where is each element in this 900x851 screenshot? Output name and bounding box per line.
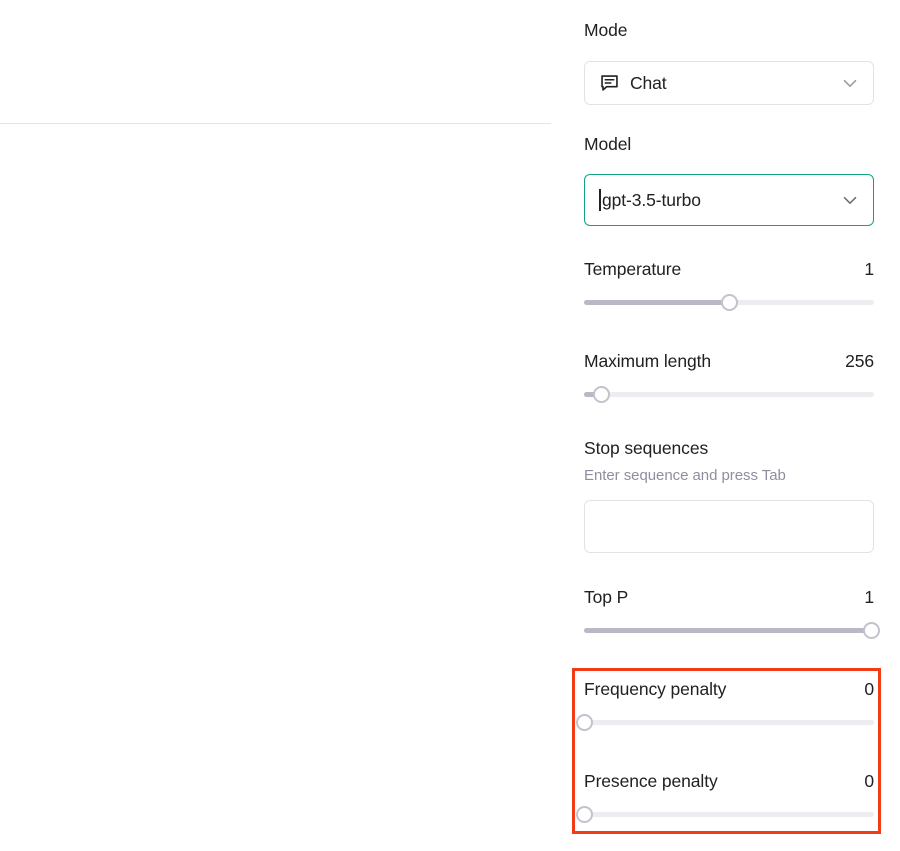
slider-thumb[interactable]: [592, 386, 610, 403]
mode-value: Chat: [630, 72, 667, 93]
slider-fill: [584, 300, 729, 305]
presence-penalty-slider[interactable]: [575, 804, 874, 824]
top-p-field: Top P 1: [584, 587, 880, 640]
slider-track: [584, 720, 874, 725]
presence-penalty-value: 0: [864, 771, 874, 791]
maximum-length-slider[interactable]: [584, 384, 874, 404]
temperature-slider[interactable]: [584, 292, 874, 312]
stop-sequences-label: Stop sequences: [584, 438, 709, 458]
playground-left-pane[interactable]: [0, 0, 570, 851]
slider-thumb[interactable]: [575, 806, 593, 823]
frequency-penalty-label: Frequency penalty: [584, 679, 727, 699]
settings-panel: Mode Chat Model gpt-3.5-turbo Temperatur…: [572, 0, 881, 851]
presence-penalty-label: Presence penalty: [584, 771, 718, 791]
stop-sequences-field: Stop sequences Enter sequence and press …: [584, 438, 874, 484]
chat-bubble-icon: [599, 73, 620, 94]
chevron-down-icon: [839, 189, 861, 211]
top-p-label: Top P: [584, 587, 629, 607]
content-divider: [0, 123, 551, 124]
top-p-value: 1: [864, 587, 874, 607]
stop-sequences-hint: Enter sequence and press Tab: [584, 466, 786, 484]
temperature-value: 1: [864, 259, 874, 279]
maximum-length-field: Maximum length 256: [584, 351, 874, 404]
chevron-down-icon: [839, 72, 861, 94]
model-select[interactable]: gpt-3.5-turbo: [584, 174, 874, 226]
temperature-label: Temperature: [584, 259, 682, 279]
mode-label: Mode: [584, 20, 628, 40]
slider-thumb[interactable]: [575, 714, 593, 731]
top-p-slider[interactable]: [584, 620, 880, 640]
frequency-penalty-field: Frequency penalty 0: [575, 679, 874, 732]
text-cursor: [599, 189, 601, 211]
model-label: Model: [584, 134, 632, 154]
slider-track: [584, 812, 874, 817]
slider-thumb[interactable]: [862, 622, 880, 639]
slider-track: [584, 392, 874, 397]
temperature-field: Temperature 1: [584, 259, 874, 312]
maximum-length-value: 256: [845, 351, 874, 371]
frequency-penalty-slider[interactable]: [575, 712, 874, 732]
model-value: gpt-3.5-turbo: [602, 189, 701, 210]
stop-sequences-input[interactable]: [584, 500, 874, 553]
slider-thumb[interactable]: [720, 294, 738, 311]
frequency-penalty-value: 0: [864, 679, 874, 699]
presence-penalty-field: Presence penalty 0: [575, 771, 874, 824]
maximum-length-label: Maximum length: [584, 351, 711, 371]
slider-fill: [584, 628, 872, 633]
mode-select[interactable]: Chat: [584, 61, 874, 105]
